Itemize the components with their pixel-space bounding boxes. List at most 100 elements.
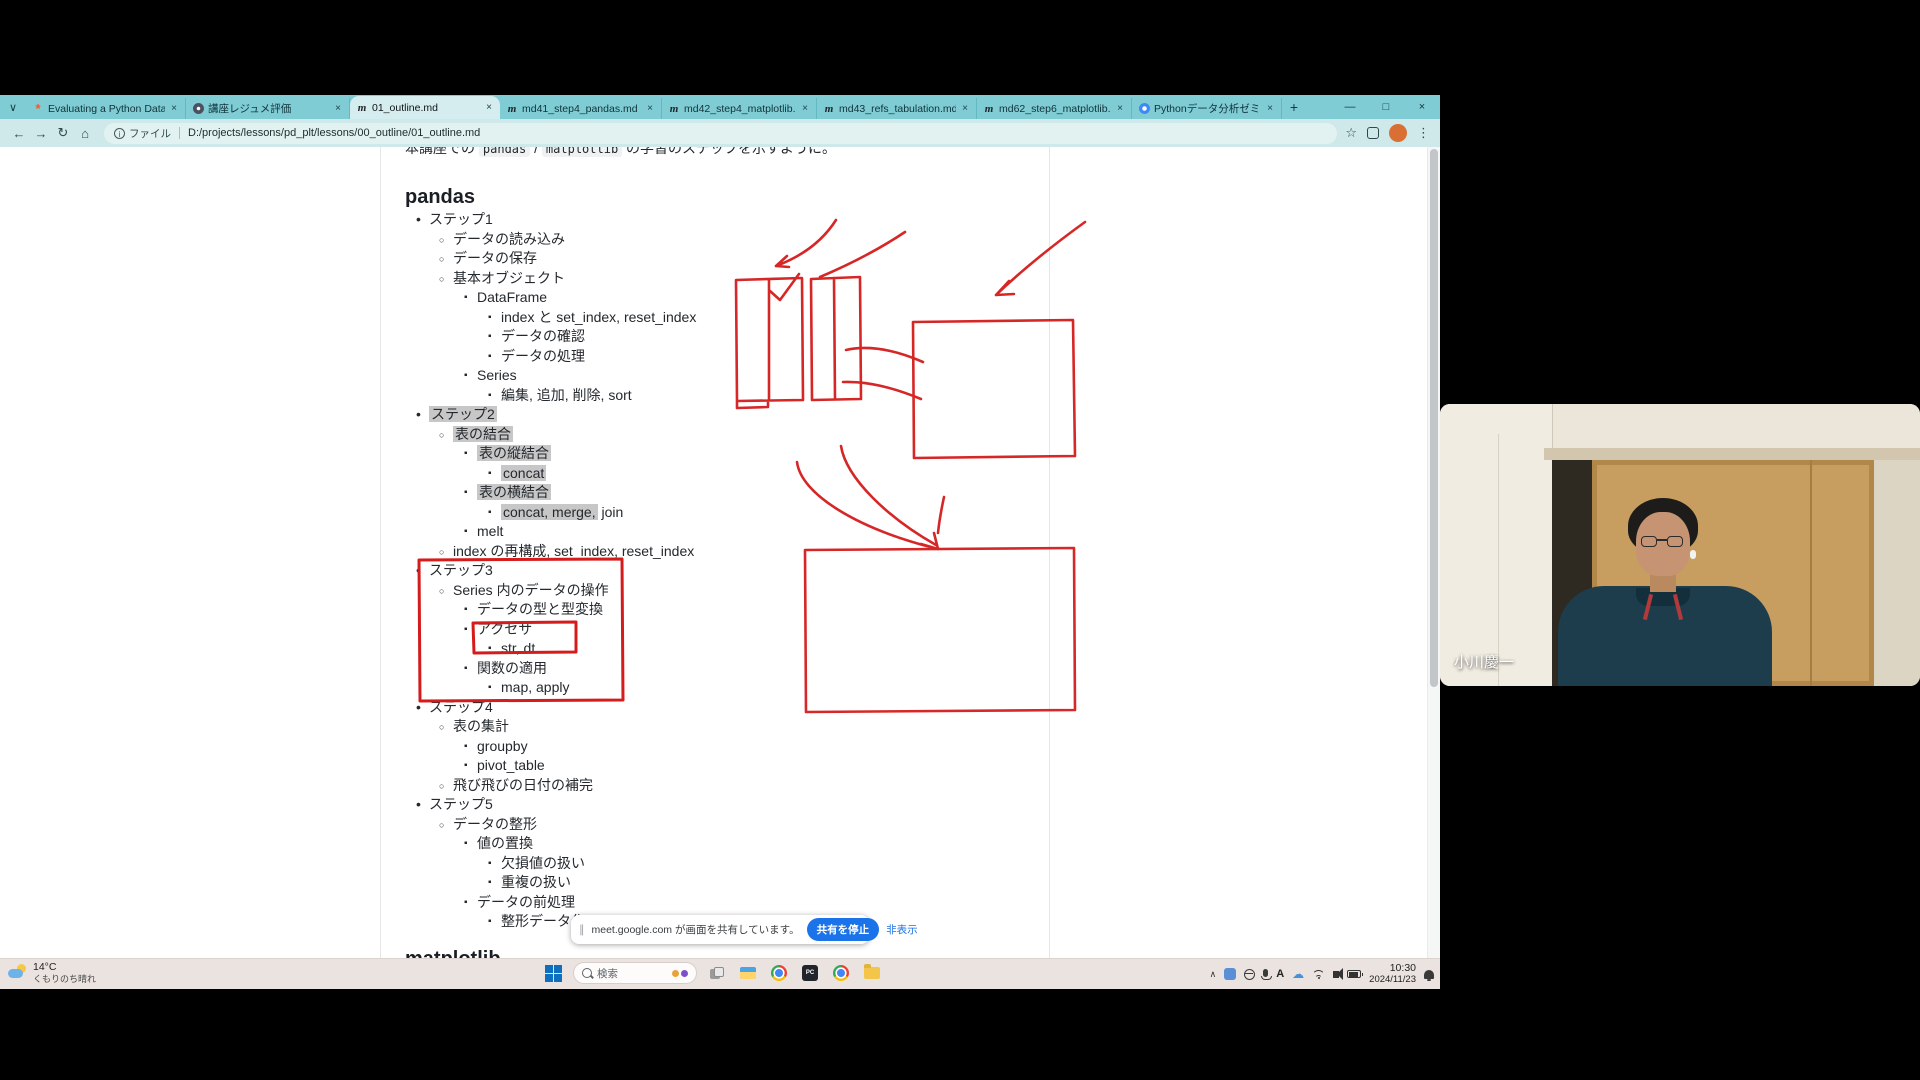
page-content: 本講座での pandas / matplotlib の学習のステップを示すように… [0,147,1440,958]
windows-taskbar: 14°C くもりのち晴れ 検索 PC ∧ [0,958,1440,989]
tab-md42-step4-matplotlib[interactable]: m md42_step4_matplotlib.m × [662,98,817,119]
outline-item: 表の縦結合 [405,444,1049,464]
outline-item: ステップ2 [405,405,1049,425]
outline-item: データの前処理 [405,893,1049,913]
tab-close-icon[interactable]: × [333,103,343,114]
glasses-icon [1641,536,1685,548]
folder-button[interactable] [861,962,883,984]
chrome-button[interactable] [768,962,790,984]
outline-item: map, apply [405,678,1049,698]
extensions-icon[interactable] [1367,127,1379,139]
tab-kouza-rejume-hyouka[interactable]: 講座レジュメ評価 × [186,98,350,119]
scrollbar-thumb[interactable] [1430,149,1438,687]
scrollbar-track[interactable] [1427,147,1440,958]
network-globe-icon[interactable] [1244,969,1255,980]
participant-name-label: 小川慶一 [1454,651,1514,672]
taskbar-search[interactable]: 検索 [573,962,697,984]
inline-code-matplotlib: matplotlib [542,147,622,157]
toolbar-right-cluster: ☆ ⋮ [1345,124,1430,142]
hidden-icons-chevron[interactable]: ∧ [1210,969,1217,980]
screen-share-banner: ∥ meet.google.com が画面を共有しています。 共有を停止 非表示 [571,915,869,944]
tab-title: md41_step4_pandas.md [522,103,641,115]
screen-share-region: ∨ * Evaluating a Python Data × 講座レジュメ評価 … [0,95,1440,988]
tab-close-icon[interactable]: × [1265,103,1275,114]
notification-bell-icon[interactable] [1424,970,1434,979]
bookmark-star-icon[interactable]: ☆ [1345,125,1357,141]
weather-widget[interactable]: 14°C くもりのち晴れ [8,961,96,985]
tab-title: md43_refs_tabulation.md [839,103,956,115]
outline-item: 欠損値の扱い [405,854,1049,874]
microphone-icon[interactable] [1263,969,1268,977]
tab-md41-step4-pandas[interactable]: m md41_step4_pandas.md × [500,98,662,119]
scheme-label: ファイル [129,126,171,141]
back-button[interactable]: ← [8,122,30,144]
tab-md43-refs-tabulation[interactable]: m md43_refs_tabulation.md × [817,98,977,119]
pycharm-button[interactable]: PC [799,962,821,984]
volume-icon[interactable] [1333,971,1339,978]
tab-python-data-seminar[interactable]: Pythonデータ分析ゼミライ × [1132,98,1282,119]
outline-item: アクセサ [405,620,1049,640]
outline-item: データの確認 [405,327,1049,347]
outline-item: ステップ3 [405,561,1049,581]
tab-close-icon[interactable]: × [1115,103,1125,114]
new-tab-button[interactable]: + [1282,95,1306,119]
tab-search-button[interactable]: ∨ [0,95,26,119]
chrome-secondary-button[interactable] [830,962,852,984]
ime-mode-indicator[interactable]: A [1276,968,1284,980]
heading-matplotlib-clipped: matplotlib [405,948,1049,959]
kebab-menu-icon[interactable]: ⋮ [1417,125,1430,141]
outline-item: データの保存 [405,249,1049,269]
address-bar[interactable]: i ファイル D:/projects/lessons/pd_plt/lesson… [104,123,1337,144]
window-close-button[interactable]: × [1404,95,1440,119]
tab-close-icon[interactable]: × [960,103,970,114]
profile-avatar[interactable] [1389,124,1407,142]
outline-item: groupby [405,737,1049,757]
tab-close-icon[interactable]: × [800,103,810,114]
banner-drag-handle-icon[interactable]: ∥ [579,923,585,936]
file-explorer-button[interactable] [737,962,759,984]
tab-title: 講座レジュメ評価 [208,101,329,116]
window-maximize-button[interactable]: □ [1368,95,1404,119]
weather-icon [8,964,28,982]
tab-evaluating-python-data[interactable]: * Evaluating a Python Data × [26,98,186,119]
outline-item: melt [405,522,1049,542]
task-view-button[interactable] [706,962,728,984]
battery-icon[interactable] [1347,970,1361,978]
inline-code-pandas: pandas [479,147,530,157]
tray-app-icon[interactable] [1224,968,1236,980]
info-icon[interactable]: i [114,128,125,139]
stop-sharing-button[interactable]: 共有を停止 [807,918,880,941]
starburst-favicon-icon: * [32,103,44,115]
outline-item: DataFrame [405,288,1049,308]
tab-01-outline-active[interactable]: m 01_outline.md × [350,96,500,119]
clock-time: 10:30 [1369,963,1416,974]
reload-button[interactable]: ↻ [52,122,74,144]
meet-favicon-icon [1139,103,1150,114]
tab-title: md42_step4_matplotlib.m [684,103,796,115]
window-controls: — □ × [1332,95,1440,119]
webcam-video-tile[interactable]: 小川慶一 [1440,404,1920,686]
clock-date: 2024/11/23 [1369,974,1416,985]
window-minimize-button[interactable]: — [1332,95,1368,119]
hide-banner-link[interactable]: 非表示 [886,922,918,937]
video-frame: ∨ * Evaluating a Python Data × 講座レジュメ評価 … [0,0,1920,1080]
tab-close-icon[interactable]: × [645,103,655,114]
intro-paragraph-clipped: 本講座での pandas / matplotlib の学習のステップを示すように… [405,147,1049,159]
outline-item: データの読み込み [405,230,1049,250]
taskbar-clock[interactable]: 10:30 2024/11/23 [1369,963,1416,985]
forward-button[interactable]: → [30,122,52,144]
outline-item: 重複の扱い [405,873,1049,893]
home-button[interactable]: ⌂ [74,122,96,144]
tab-close-icon[interactable]: × [169,103,179,114]
search-placeholder: 検索 [597,966,667,981]
onedrive-cloud-icon[interactable]: ☁ [1292,967,1304,981]
tab-close-icon[interactable]: × [484,102,494,113]
chevron-down-icon: ∨ [9,101,17,114]
tab-title: 01_outline.md [372,102,480,114]
start-button[interactable] [542,962,564,984]
outline-item: index の再構成, set_index, reset_index [405,542,1049,562]
wifi-icon[interactable] [1312,969,1325,979]
outline-item: ステップ5 [405,795,1049,815]
share-message: meet.google.com が画面を共有しています。 [592,922,800,937]
tab-md62-step6-matplotlib[interactable]: m md62_step6_matplotlib.m × [977,98,1132,119]
